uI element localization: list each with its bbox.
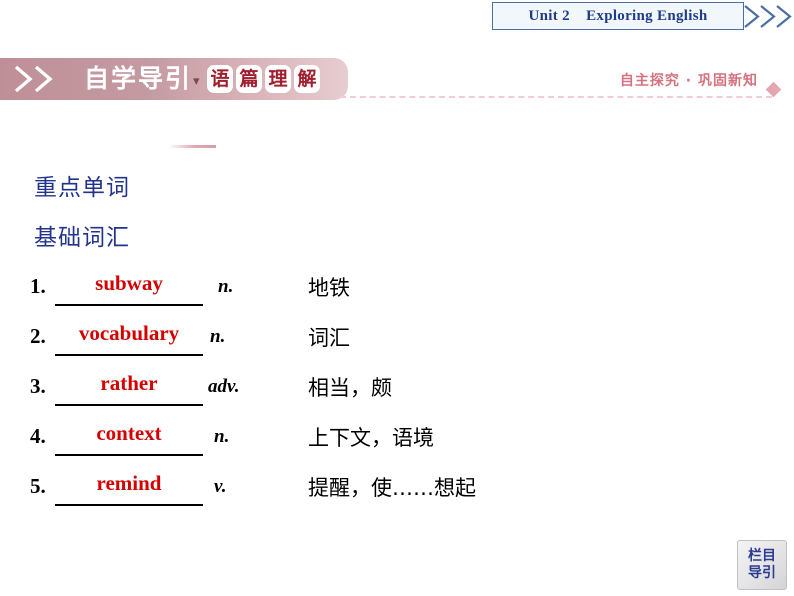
item-number: 5. bbox=[30, 474, 46, 498]
definition-text: 词汇 bbox=[308, 326, 350, 350]
answer-word: vocabulary bbox=[78, 321, 180, 345]
item-number: 4. bbox=[30, 424, 46, 448]
answer-word: context bbox=[96, 421, 162, 445]
boxed-char: 篇 bbox=[236, 65, 262, 93]
section-navigation-button[interactable]: 栏目 导引 bbox=[737, 540, 787, 590]
top-header-bar: Unit 2 Exploring English bbox=[0, 0, 794, 32]
definition-text: 地铁 bbox=[308, 276, 350, 300]
vocabulary-row: 1. subway n. 地铁 bbox=[30, 268, 590, 318]
answer-word: remind bbox=[96, 471, 162, 495]
banner-right-caption: 自主探究 · 巩固新知 bbox=[619, 73, 758, 89]
banner-dashed-rule bbox=[340, 96, 772, 98]
section-heading: 重点单词 bbox=[34, 175, 130, 201]
item-number: 2. bbox=[30, 324, 46, 348]
corner-button-line2: 导引 bbox=[748, 565, 776, 581]
definition-text: 提醒，使……想起 bbox=[308, 476, 476, 500]
vocabulary-list: 1. subway n. 地铁 2. vocabulary n. 词汇 3. r… bbox=[30, 268, 590, 518]
banner-separator-dot: ▾ bbox=[193, 73, 200, 88]
diamond-marker-icon bbox=[765, 81, 782, 98]
vocabulary-row: 4. context n. 上下文，语境 bbox=[30, 418, 590, 468]
banner-main-title: 自学导引 bbox=[84, 64, 193, 93]
definition-text: 上下文，语境 bbox=[308, 426, 434, 450]
tapered-decor-line bbox=[168, 145, 216, 148]
header-double-chevron-right-icon bbox=[742, 3, 794, 30]
item-number: 1. bbox=[30, 274, 46, 298]
vocabulary-row: 5. remind v. 提醒，使……想起 bbox=[30, 468, 590, 518]
part-of-speech: n. bbox=[214, 426, 230, 447]
vocabulary-row: 3. rather adv. 相当，颇 bbox=[30, 368, 590, 418]
subsection-heading: 基础词汇 bbox=[34, 225, 130, 251]
corner-button-line1: 栏目 bbox=[748, 548, 776, 564]
boxed-char: 理 bbox=[265, 65, 291, 93]
item-number: 3. bbox=[30, 374, 46, 398]
part-of-speech: adv. bbox=[208, 376, 240, 397]
boxed-char: 语 bbox=[207, 65, 233, 93]
part-of-speech: v. bbox=[214, 476, 227, 497]
answer-word: subway bbox=[95, 271, 163, 295]
part-of-speech: n. bbox=[210, 326, 226, 347]
definition-text: 相当，颇 bbox=[308, 376, 392, 400]
part-of-speech: n. bbox=[218, 276, 234, 297]
banner-double-chevron-right-icon bbox=[12, 63, 74, 95]
boxed-char: 解 bbox=[294, 65, 320, 93]
banner-boxed-chars: 语 篇 理 解 bbox=[207, 65, 320, 93]
answer-word: rather bbox=[100, 371, 158, 395]
vocabulary-row: 2. vocabulary n. 词汇 bbox=[30, 318, 590, 368]
unit-title-label: Unit 2 Exploring English bbox=[528, 8, 708, 24]
